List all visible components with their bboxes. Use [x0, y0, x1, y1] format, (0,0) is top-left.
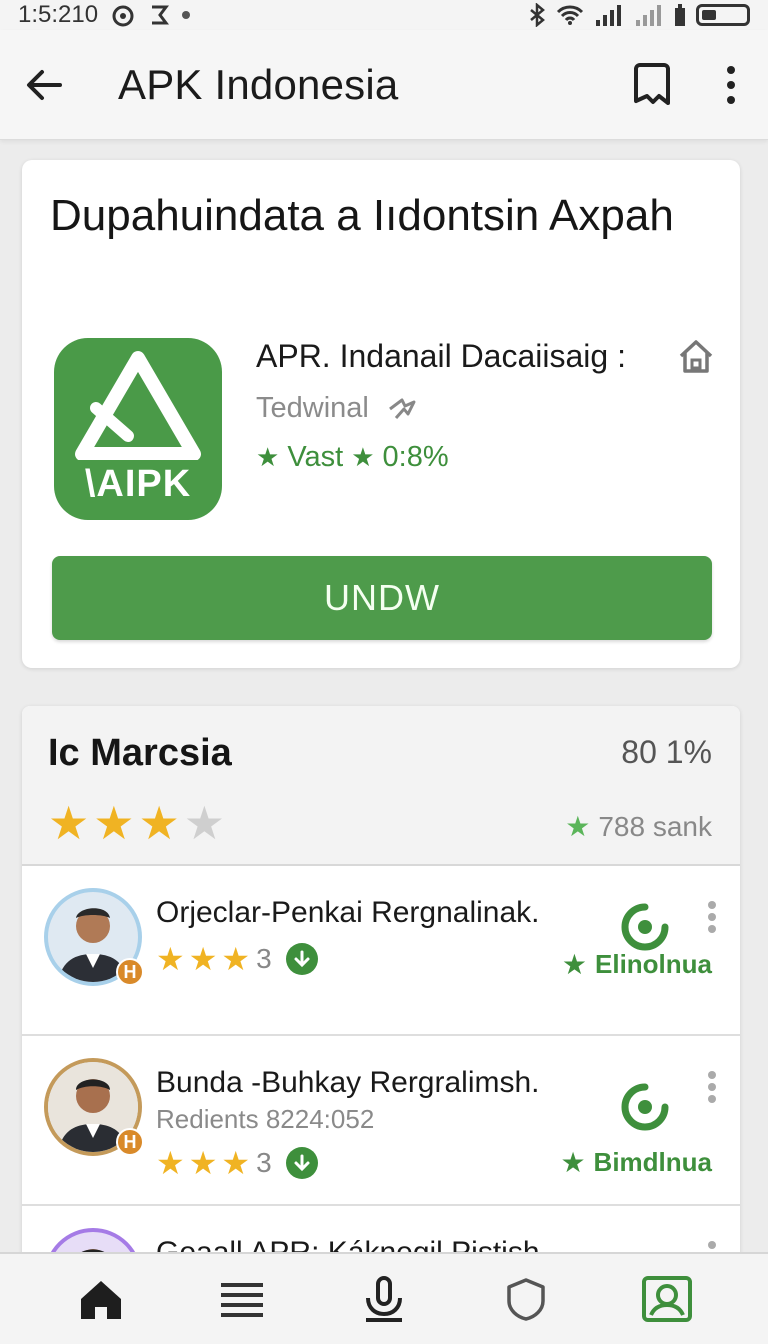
review-star-count: 3	[256, 1147, 272, 1178]
back-button[interactable]	[22, 63, 66, 107]
star-icon: ★	[48, 797, 90, 849]
developer-row: Tedwinal	[256, 392, 716, 425]
star-icon: ★	[156, 941, 185, 977]
nav-mic[interactable]	[354, 1269, 414, 1329]
pin-icon	[388, 398, 416, 419]
app-detail-card: Dupahuindata a Iıdontsin Axpah \AIPK APR…	[22, 160, 740, 668]
card-title: Dupahuindata a Iıdontsin Axpah	[50, 191, 674, 240]
app-name: APR. Indanail Dacaiisaig :	[256, 337, 626, 374]
rating-value: 0:8%	[382, 441, 449, 473]
notification-dot-icon	[182, 11, 191, 19]
app-icon	[152, 5, 170, 25]
review-star-count: 3	[256, 943, 272, 974]
review-author: Bunda -Buhkay Rergralimsh.	[156, 1066, 540, 1099]
refresh-icon[interactable]	[620, 1082, 670, 1132]
search-image-icon	[642, 1276, 693, 1322]
developer-name[interactable]: Tedwinal	[256, 392, 369, 425]
avatar-badge: H	[116, 1128, 144, 1156]
bottom-navigation	[0, 1252, 768, 1344]
reviews-count-text: 788 sank	[598, 810, 712, 842]
avatar-badge: H	[116, 958, 144, 986]
signal-icon	[596, 5, 621, 26]
star-icon: ★	[138, 797, 180, 849]
review-item[interactable]: H Orjeclar-Penkai Rergnalinak. ★ ★ ★ 3 ★…	[22, 866, 740, 1036]
review-item[interactable]: H Bunda -Buhkay Rergralimsh. Redients 82…	[22, 1036, 740, 1206]
bluetooth-icon	[530, 3, 545, 27]
review-action-text: Bimdlnua	[593, 1147, 712, 1177]
home-outline-icon[interactable]	[676, 336, 716, 376]
app-name-row: APR. Indanail Dacaiisaig :	[256, 336, 716, 376]
signal-icon	[636, 5, 661, 26]
star-icon: ★	[188, 941, 218, 977]
status-time: 1:5:210	[18, 1, 99, 28]
more-vertical-icon	[727, 65, 735, 104]
reviews-percent: 80 1%	[621, 734, 712, 770]
mic-icon	[365, 1276, 402, 1322]
rating-label: Vast	[287, 441, 344, 473]
star-icon: ★	[156, 1145, 185, 1181]
battery-icon	[696, 4, 750, 26]
status-bar: 1:5:210	[0, 0, 768, 30]
bookmark-button[interactable]	[628, 61, 676, 109]
review-date: Redients 8224:052	[156, 1104, 375, 1134]
app-icon[interactable]: \AIPK	[54, 338, 222, 520]
reviews-title: Ic Marcsia	[48, 732, 232, 774]
nav-search-image[interactable]	[637, 1269, 697, 1329]
app-info: APR. Indanail Dacaiisaig : Tedwinal ★ Va…	[256, 336, 716, 474]
star-icon: ★	[221, 941, 251, 977]
download-arrow-icon[interactable]	[285, 943, 318, 975]
review-author: Orjeclar-Penkai Rergnalinak.	[156, 896, 540, 929]
nav-shield[interactable]	[496, 1269, 556, 1329]
review-action-label[interactable]: ★ Elinolnua	[562, 948, 712, 981]
review-action-text: Elinolnua	[595, 949, 712, 979]
alarm-icon	[112, 5, 134, 27]
bookmark-icon	[634, 62, 670, 105]
nav-home[interactable]	[71, 1269, 131, 1329]
star-empty-icon: ★	[183, 797, 225, 849]
apk-logo-icon	[75, 351, 201, 460]
star-icon: ★	[565, 811, 591, 842]
refresh-icon[interactable]	[620, 902, 670, 952]
more-vertical-icon[interactable]	[706, 1070, 718, 1104]
star-icon: ★	[351, 442, 375, 472]
review-stars: ★ ★ ★ 3	[156, 1144, 318, 1182]
rating-line: ★ Vast ★ 0:8%	[256, 441, 716, 474]
home-icon	[80, 1281, 121, 1319]
more-options-button[interactable]	[716, 61, 746, 109]
review-stars: ★ ★ ★ 3	[156, 940, 318, 978]
app-title: APK Indonesia	[118, 60, 399, 108]
download-arrow-icon[interactable]	[285, 1147, 318, 1179]
battery-small-icon	[675, 4, 685, 26]
shield-icon	[506, 1278, 545, 1321]
rating-stars: ★ ★ ★ ★	[48, 796, 225, 850]
star-icon: ★	[560, 1147, 586, 1178]
star-icon: ★	[93, 797, 135, 849]
menu-icon	[221, 1283, 264, 1317]
app-icon-label: \AIPK	[84, 463, 192, 505]
more-vertical-icon[interactable]	[706, 900, 718, 934]
reviews-card: Ic Marcsia 80 1% ★ ★ ★ ★ ★ 788 sank H Or…	[22, 706, 740, 1266]
app-bar: APK Indonesia	[0, 30, 768, 140]
reviews-count: ★ 788 sank	[565, 810, 712, 843]
download-button[interactable]: UNDW	[52, 556, 712, 640]
reviews-header: Ic Marcsia 80 1% ★ ★ ★ ★ ★ 788 sank	[22, 706, 740, 866]
star-icon: ★	[221, 1145, 251, 1181]
back-arrow-icon	[27, 69, 62, 100]
star-icon: ★	[188, 1145, 218, 1181]
nav-menu[interactable]	[212, 1269, 272, 1329]
review-action-label[interactable]: ★ Bimdlnua	[560, 1146, 712, 1179]
star-icon: ★	[256, 442, 280, 472]
wifi-icon	[556, 5, 584, 25]
star-icon: ★	[561, 949, 587, 980]
